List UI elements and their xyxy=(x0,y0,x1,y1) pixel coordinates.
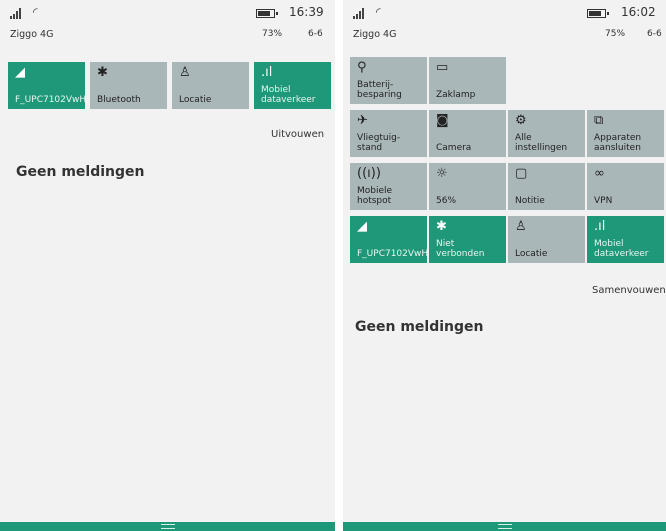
drag-handle-icon[interactable] xyxy=(160,524,175,529)
battery-saver-icon: ⚲ xyxy=(357,60,367,75)
tile-label: Zaklamp xyxy=(436,90,476,100)
wifi-icon: ◢ xyxy=(357,219,367,234)
tile-label: Vliegtuig- stand xyxy=(357,133,401,153)
bluetooth-icon: ✱ xyxy=(97,65,108,80)
quick-action-tile[interactable]: ⚙ Alle instellingen xyxy=(508,110,585,157)
battery-percent: 73% xyxy=(262,29,283,39)
wifi-icon: ◜ xyxy=(32,5,38,19)
camera-icon: ◙ xyxy=(436,113,449,128)
settings-icon: ⚙ xyxy=(515,113,527,128)
tile-label: Niet verbonden xyxy=(436,239,485,259)
quick-action-tile[interactable]: .ıl Mobiel dataverkeer xyxy=(254,62,331,109)
collapse-button[interactable]: Samenvouwen xyxy=(592,285,666,296)
tile-label: Locatie xyxy=(179,95,212,105)
tile-label: VPN xyxy=(594,196,613,206)
signal-icon xyxy=(353,8,367,19)
brightness-icon: ☼ xyxy=(436,166,448,181)
quick-action-tile[interactable]: ⧉ Apparaten aansluiten xyxy=(587,110,664,157)
quick-action-tile[interactable]: ♙ Locatie xyxy=(172,62,249,109)
carrier-name: Ziggo 4G xyxy=(353,29,397,40)
tile-label: Locatie xyxy=(515,249,548,259)
date: 6-6 xyxy=(308,29,323,39)
drag-handle-icon[interactable] xyxy=(497,524,512,529)
clock: 16:39 xyxy=(289,5,324,19)
carrier-name: Ziggo 4G xyxy=(10,29,54,40)
tile-label: F_UPC7102VwH xyxy=(15,95,87,105)
clock: 16:02 xyxy=(621,5,656,19)
navigation-handle-bar[interactable] xyxy=(0,522,335,531)
navigation-handle-bar[interactable] xyxy=(343,522,666,531)
quick-action-tile[interactable]: ✱ Bluetooth xyxy=(90,62,167,109)
vpn-icon: ∞ xyxy=(594,166,605,181)
hotspot-icon: ((ı)) xyxy=(357,166,381,181)
connect-devices-icon: ⧉ xyxy=(594,113,604,128)
location-icon: ♙ xyxy=(179,65,191,80)
battery-icon xyxy=(587,9,609,18)
no-notifications-text: Geen meldingen xyxy=(16,164,145,180)
bluetooth-icon: ✱ xyxy=(436,219,447,234)
expand-button[interactable]: Uitvouwen xyxy=(271,129,324,140)
tile-label: Mobiele hotspot xyxy=(357,186,393,206)
quick-action-tile[interactable]: ✈ Vliegtuig- stand xyxy=(350,110,427,157)
battery-percent: 75% xyxy=(605,29,626,39)
tile-label: Notitie xyxy=(515,196,545,206)
notification-icon: ▢ xyxy=(515,166,528,181)
quick-action-tile[interactable]: ◙ Camera xyxy=(429,110,506,157)
tile-label: Batterij- besparing xyxy=(357,80,402,100)
airplane-icon: ✈ xyxy=(357,113,368,128)
quick-action-tile[interactable]: ♙ Locatie xyxy=(508,216,585,263)
flashlight-icon: ▭ xyxy=(436,60,449,75)
signal-area: ◜ xyxy=(353,5,381,19)
date: 6-6 xyxy=(647,29,662,39)
signal-area: ◜ xyxy=(10,5,38,19)
quick-action-tile[interactable]: ◢ F_UPC7102VwH xyxy=(8,62,87,109)
cellular-data-icon: .ıl xyxy=(594,219,606,234)
action-center-expanded: ◜ Ziggo 4G 16:02 75% 6-6 ⚲ Batterij- besp… xyxy=(343,0,666,531)
wifi-icon: ◢ xyxy=(15,65,25,80)
action-center-collapsed: ◜ Ziggo 4G 16:39 73% 6-6 ◢ F_UPC7102VwH ✱ B… xyxy=(0,0,335,531)
quick-action-tile[interactable]: ∞ VPN xyxy=(587,163,664,210)
tile-label: Mobiel dataverkeer xyxy=(261,85,316,105)
quick-action-tile[interactable]: ▭ Zaklamp xyxy=(429,57,506,104)
quick-action-tile[interactable]: .ıl Mobiel dataverkeer xyxy=(587,216,664,263)
status-bar: ◜ Ziggo 4G 16:02 75% 6-6 xyxy=(343,0,666,50)
tile-label: Camera xyxy=(436,143,472,153)
location-icon: ♙ xyxy=(515,219,527,234)
quick-action-tile[interactable]: ((ı)) Mobiele hotspot xyxy=(350,163,427,210)
tile-label: 56% xyxy=(436,196,457,206)
quick-action-tile[interactable]: ◢ F_UPC7102VwH xyxy=(350,216,429,263)
tile-label: Bluetooth xyxy=(97,95,141,105)
signal-icon xyxy=(10,8,24,19)
tile-label: Apparaten aansluiten xyxy=(594,133,642,153)
tile-label: Alle instellingen xyxy=(515,133,568,153)
tile-label: F_UPC7102VwH xyxy=(357,249,429,259)
no-notifications-text: Geen meldingen xyxy=(355,319,484,335)
quick-action-tile[interactable]: ⚲ Batterij- besparing xyxy=(350,57,427,104)
tile-label: Mobiel dataverkeer xyxy=(594,239,649,259)
status-bar: ◜ Ziggo 4G 16:39 73% 6-6 xyxy=(0,0,335,50)
wifi-icon: ◜ xyxy=(375,5,381,19)
quick-action-tile[interactable]: ▢ Notitie xyxy=(508,163,585,210)
battery-icon xyxy=(256,9,278,18)
quick-action-tile[interactable]: ☼ 56% xyxy=(429,163,506,210)
quick-action-tile[interactable]: ✱ Niet verbonden xyxy=(429,216,506,263)
cellular-data-icon: .ıl xyxy=(261,65,273,80)
